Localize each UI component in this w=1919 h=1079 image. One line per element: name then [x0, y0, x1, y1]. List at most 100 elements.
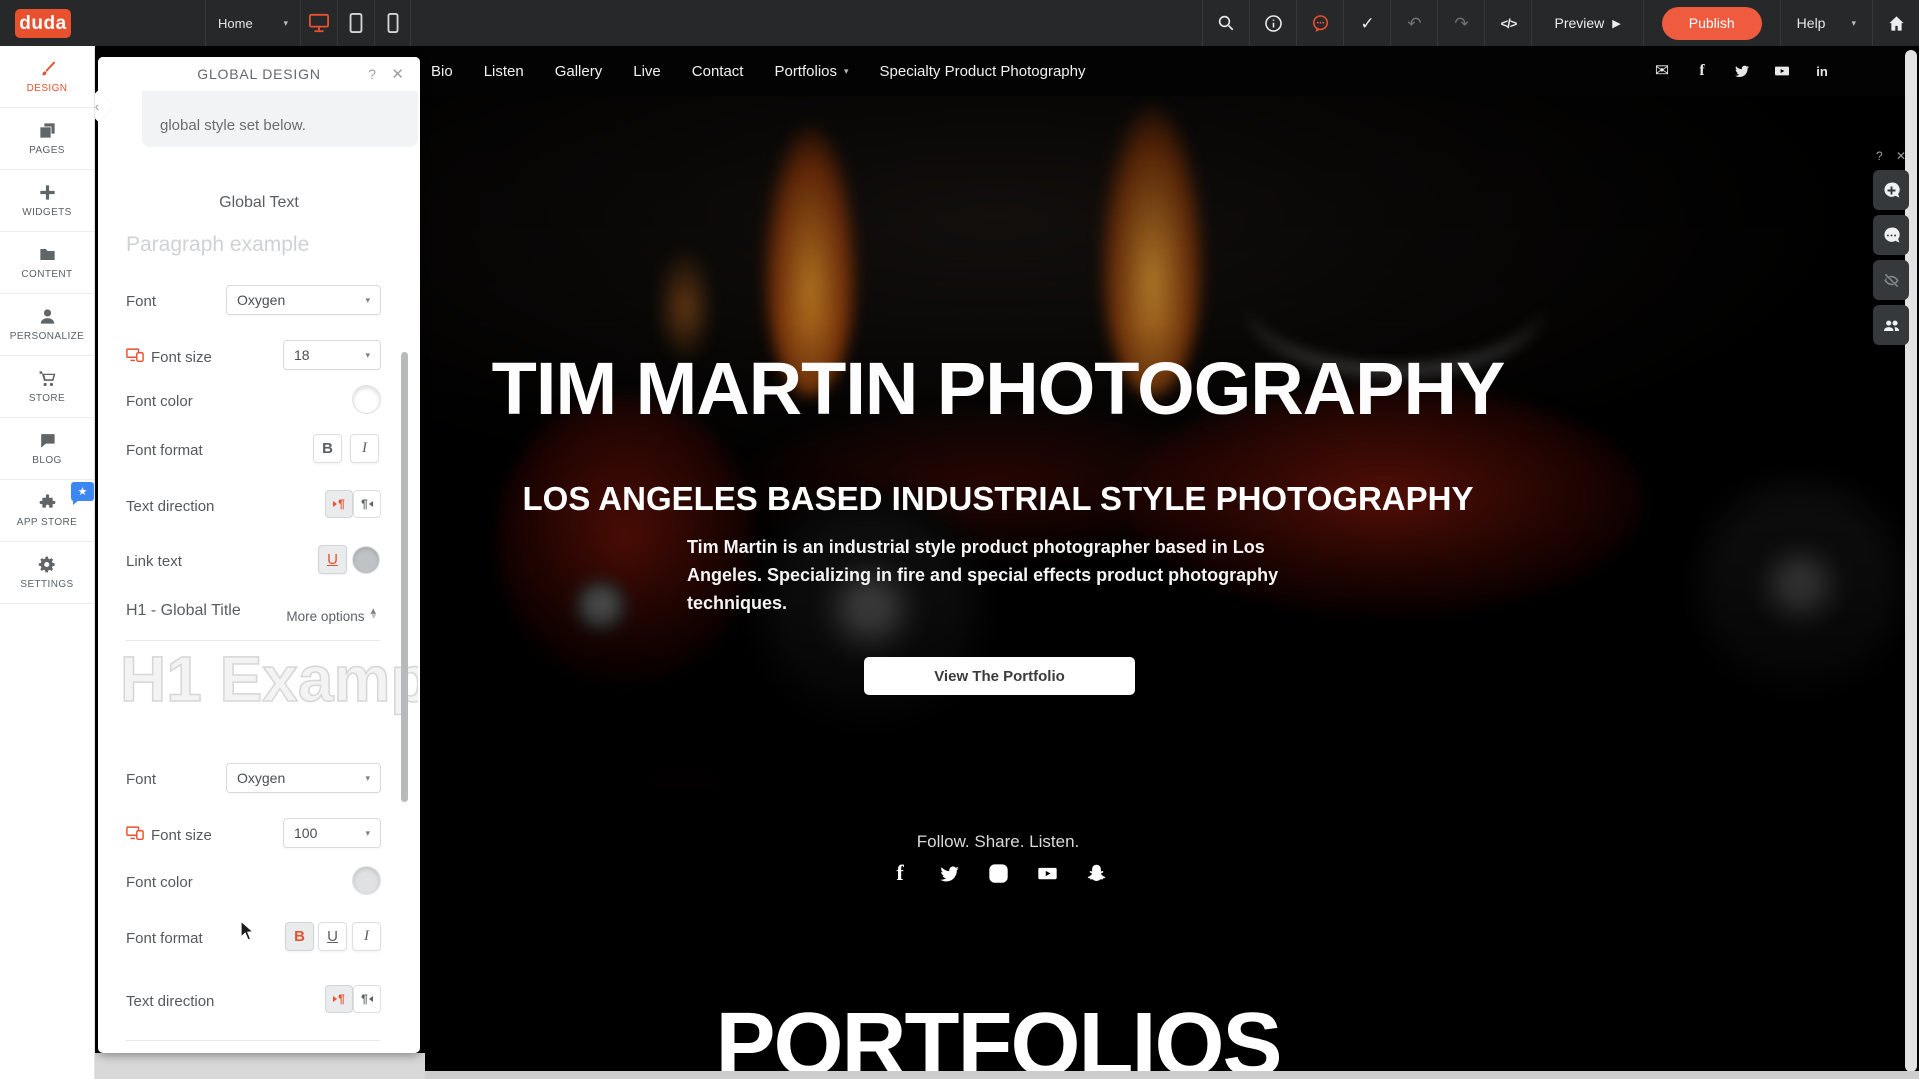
h1-underline-button[interactable]: U	[318, 922, 347, 951]
link-underline-button[interactable]: U	[318, 545, 347, 574]
redo-button[interactable]: ↷	[1437, 0, 1484, 46]
search-button[interactable]	[1202, 0, 1249, 46]
instagram-icon[interactable]	[987, 862, 1009, 884]
collaborators-button[interactable]	[1873, 305, 1909, 345]
sidebar-item-label: BLOG	[32, 455, 61, 466]
sidebar-item-settings[interactable]: SETTINGS	[0, 542, 94, 604]
person-icon	[38, 307, 57, 326]
link-text-label: Link text	[126, 553, 182, 570]
info-button[interactable]	[1249, 0, 1296, 46]
puzzle-icon	[38, 493, 57, 512]
sidebar-item-label: APP STORE	[17, 517, 77, 528]
folder-icon	[38, 245, 57, 264]
italic-button[interactable]: I	[350, 434, 379, 463]
sidebar-item-blog[interactable]: BLOG	[0, 418, 94, 480]
hero-body-text: Tim Martin is an industrial style produc…	[687, 533, 1297, 617]
sidebar-item-app-store[interactable]: ★ APP STORE	[0, 480, 94, 542]
email-icon[interactable]: ✉	[1653, 62, 1671, 80]
dev-mode-button[interactable]: </>	[1484, 0, 1531, 46]
sidebar-item-widgets[interactable]: WIDGETS	[0, 170, 94, 232]
twitter-icon[interactable]	[938, 862, 960, 884]
nav-link-gallery[interactable]: Gallery	[555, 63, 603, 80]
h1-italic-button[interactable]: I	[352, 922, 381, 951]
panel-scrollbar[interactable]	[401, 352, 408, 802]
font-color-label: Font color	[126, 393, 193, 410]
bold-button[interactable]: B	[313, 434, 342, 463]
add-comment-button[interactable]	[1873, 170, 1909, 210]
font-dropdown[interactable]: Oxygen▾	[226, 285, 381, 315]
help-menu[interactable]: Help ▾	[1780, 0, 1872, 46]
h1-bold-button[interactable]: B	[285, 922, 314, 951]
sidebar-item-content[interactable]: CONTENT	[0, 232, 94, 294]
help-icon[interactable]: ?	[1876, 149, 1883, 163]
chevron-down-icon: ▾	[365, 773, 370, 784]
approve-button[interactable]: ✓	[1343, 0, 1390, 46]
sidebar-item-design[interactable]: DESIGN	[0, 46, 94, 108]
facebook-icon[interactable]: f	[889, 862, 911, 884]
text-direction-rtl-button[interactable]: ¶	[353, 490, 381, 518]
collapse-section-icon[interactable]: ▴	[370, 604, 376, 617]
h1-text-direction-ltr-button[interactable]: ¶	[325, 985, 353, 1013]
sidebar-item-store[interactable]: STORE	[0, 356, 94, 418]
chevron-down-icon: ▾	[365, 295, 370, 306]
site-nav-social: ✉ f in	[1653, 62, 1831, 80]
hide-comments-button[interactable]	[1873, 260, 1909, 300]
publish-button[interactable]: Publish	[1662, 7, 1762, 40]
nav-link-contact[interactable]: Contact	[692, 63, 744, 80]
font-color-swatch[interactable]	[352, 385, 381, 414]
panel-close-icon[interactable]: ✕	[391, 65, 404, 83]
snapchat-icon[interactable]	[1085, 862, 1107, 884]
font-size-dropdown[interactable]: 18▾	[283, 340, 381, 370]
tablet-view-button[interactable]	[337, 0, 374, 46]
sidebar-item-label: DESIGN	[27, 83, 68, 94]
app-store-badge: ★	[71, 482, 94, 501]
font-format-label: Font format	[126, 442, 203, 459]
duda-logo[interactable]: duda	[15, 9, 71, 38]
linkedin-icon[interactable]: in	[1813, 62, 1831, 80]
twitter-icon[interactable]	[1733, 62, 1751, 80]
page-selector[interactable]: Home ▾	[205, 0, 300, 46]
desktop-view-button[interactable]	[300, 0, 337, 46]
panel-help-icon[interactable]: ?	[368, 66, 376, 82]
h1-font-color-label: Font color	[126, 874, 193, 891]
close-icon[interactable]: ✕	[1896, 149, 1906, 163]
sidebar-item-personalize[interactable]: PERSONALIZE	[0, 294, 94, 356]
dashboard-home-button[interactable]	[1872, 0, 1919, 46]
h1-font-color-swatch[interactable]	[352, 866, 381, 895]
sidebar-item-label: WIDGETS	[22, 207, 71, 218]
rtl-arrow-icon	[369, 501, 373, 507]
mobile-view-button[interactable]	[374, 0, 411, 46]
section-divider	[126, 1040, 380, 1041]
preview-button[interactable]: Preview ▶	[1531, 0, 1642, 46]
youtube-icon[interactable]	[1773, 62, 1791, 80]
nav-link-portfolios[interactable]: Portfolios▾	[774, 63, 848, 80]
undo-icon: ↶	[1407, 15, 1421, 32]
feedback-chat-button[interactable]	[1296, 0, 1343, 46]
tablet-icon	[348, 13, 364, 33]
link-color-swatch[interactable]	[352, 546, 380, 574]
h1-text-direction-rtl-button[interactable]: ¶	[353, 985, 381, 1013]
code-icon: </>	[1501, 16, 1517, 31]
font-label: Font	[126, 293, 156, 310]
h1-font-size-dropdown[interactable]: 100▾	[283, 818, 381, 848]
nav-link-specialty[interactable]: Specialty Product Photography	[880, 63, 1086, 80]
more-options-button[interactable]: More options▾	[286, 609, 376, 624]
section-divider	[126, 640, 380, 641]
sidebar-item-label: SETTINGS	[20, 579, 73, 590]
youtube-icon[interactable]	[1036, 862, 1058, 884]
pilcrow-icon: ¶	[338, 992, 345, 1006]
facebook-icon[interactable]: f	[1693, 62, 1711, 80]
comments-button[interactable]	[1873, 215, 1909, 255]
hero-title: TIM MARTIN PHOTOGRAPHY	[492, 346, 1505, 431]
paragraph-example-preview: Paragraph example	[126, 233, 309, 257]
rtl-arrow-icon	[369, 996, 373, 1002]
nav-link-live[interactable]: Live	[633, 63, 661, 80]
nav-link-bio[interactable]: Bio	[431, 63, 453, 80]
sidebar-item-pages[interactable]: PAGES	[0, 108, 94, 170]
h1-font-dropdown[interactable]: Oxygen▾	[226, 763, 381, 793]
undo-button[interactable]: ↶	[1390, 0, 1437, 46]
responsive-devices-icon	[126, 826, 144, 844]
view-portfolio-button[interactable]: View The Portfolio	[864, 657, 1135, 695]
nav-link-listen[interactable]: Listen	[484, 63, 524, 80]
text-direction-ltr-button[interactable]: ¶	[325, 490, 353, 518]
